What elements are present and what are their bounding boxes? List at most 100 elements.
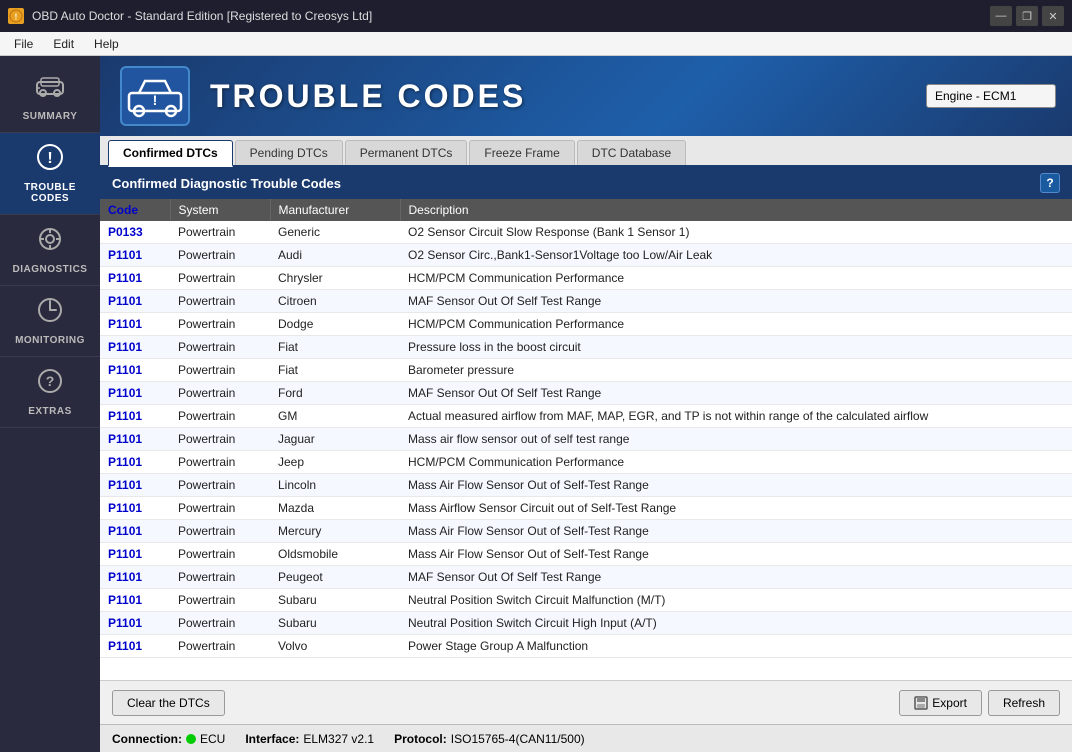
extras-icon: ? — [36, 367, 64, 402]
cell-system: Powertrain — [170, 612, 270, 635]
table-row[interactable]: P0133 Powertrain Generic O2 Sensor Circu… — [100, 221, 1072, 244]
table-row[interactable]: P1101 Powertrain Jaguar Mass air flow se… — [100, 428, 1072, 451]
cell-code: P1101 — [100, 244, 170, 267]
cell-system: Powertrain — [170, 497, 270, 520]
table-header-row: Confirmed Diagnostic Trouble Codes ? — [100, 167, 1072, 199]
table-row[interactable]: P1101 Powertrain Citroen MAF Sensor Out … — [100, 290, 1072, 313]
cell-code: P1101 — [100, 520, 170, 543]
export-button[interactable]: Export — [899, 690, 982, 716]
monitoring-label: MONITORING — [15, 335, 85, 346]
protocol-status: Protocol: ISO15765-4(CAN11/500) — [394, 732, 585, 746]
interface-status: Interface: ELM327 v2.1 — [245, 732, 374, 746]
table-row[interactable]: P1101 Powertrain Lincoln Mass Air Flow S… — [100, 474, 1072, 497]
table-section: Confirmed Diagnostic Trouble Codes ? Cod… — [100, 167, 1072, 680]
app-icon: ! — [8, 8, 24, 24]
table-row[interactable]: P1101 Powertrain Subaru Neutral Position… — [100, 612, 1072, 635]
cell-system: Powertrain — [170, 474, 270, 497]
table-row[interactable]: P1101 Powertrain Mazda Mass Airflow Sens… — [100, 497, 1072, 520]
cell-system: Powertrain — [170, 589, 270, 612]
table-row[interactable]: P1101 Powertrain Mercury Mass Air Flow S… — [100, 520, 1072, 543]
cell-system: Powertrain — [170, 290, 270, 313]
summary-label: SUMMARY — [23, 111, 78, 122]
cell-code: P1101 — [100, 566, 170, 589]
help-badge[interactable]: ? — [1040, 173, 1060, 193]
diagnostics-icon — [36, 225, 64, 260]
cell-description: Actual measured airflow from MAF, MAP, E… — [400, 405, 1072, 428]
cell-system: Powertrain — [170, 405, 270, 428]
svg-text:?: ? — [46, 373, 55, 389]
cell-manufacturer: Fiat — [270, 336, 400, 359]
cell-system: Powertrain — [170, 313, 270, 336]
sidebar-item-trouble-codes[interactable]: ! TROUBLE CODES — [0, 133, 100, 215]
table-row[interactable]: P1101 Powertrain Jeep HCM/PCM Communicat… — [100, 451, 1072, 474]
cell-manufacturer: Lincoln — [270, 474, 400, 497]
cell-system: Powertrain — [170, 336, 270, 359]
tab-permanent-dtcs[interactable]: Permanent DTCs — [345, 140, 468, 165]
table-row[interactable]: P1101 Powertrain Subaru Neutral Position… — [100, 589, 1072, 612]
menu-file[interactable]: File — [4, 35, 43, 53]
cell-description: Mass Airflow Sensor Circuit out of Self-… — [400, 497, 1072, 520]
cell-system: Powertrain — [170, 543, 270, 566]
cell-manufacturer: Jaguar — [270, 428, 400, 451]
bottom-bar: Clear the DTCs Export Refresh — [100, 680, 1072, 724]
cell-code: P1101 — [100, 451, 170, 474]
menu-edit[interactable]: Edit — [43, 35, 84, 53]
table-row[interactable]: P1101 Powertrain Audi O2 Sensor Circ.,Ba… — [100, 244, 1072, 267]
table-row[interactable]: P1101 Powertrain GM Actual measured airf… — [100, 405, 1072, 428]
action-buttons: Export Refresh — [899, 690, 1060, 716]
cell-manufacturer: Mercury — [270, 520, 400, 543]
tab-confirmed-dtcs[interactable]: Confirmed DTCs — [108, 140, 233, 167]
tab-dtc-database[interactable]: DTC Database — [577, 140, 686, 165]
sidebar-item-summary[interactable]: SUMMARY — [0, 64, 100, 133]
connection-dot — [186, 734, 196, 744]
save-icon — [914, 696, 928, 710]
cell-description: O2 Sensor Circ.,Bank1-Sensor1Voltage too… — [400, 244, 1072, 267]
cell-code: P1101 — [100, 267, 170, 290]
cell-manufacturer: Peugeot — [270, 566, 400, 589]
cell-manufacturer: Generic — [270, 221, 400, 244]
cell-description: Neutral Position Switch Circuit Malfunct… — [400, 589, 1072, 612]
cell-code: P1101 — [100, 336, 170, 359]
cell-description: Mass Air Flow Sensor Out of Self-Test Ra… — [400, 543, 1072, 566]
cell-code: P1101 — [100, 359, 170, 382]
sidebar-item-extras[interactable]: ? EXTRAS — [0, 357, 100, 428]
table-row[interactable]: P1101 Powertrain Volvo Power Stage Group… — [100, 635, 1072, 658]
clear-dtcs-button[interactable]: Clear the DTCs — [112, 690, 225, 716]
cell-description: Barometer pressure — [400, 359, 1072, 382]
table-row[interactable]: P1101 Powertrain Chrysler HCM/PCM Commun… — [100, 267, 1072, 290]
close-button[interactable]: ✕ — [1042, 6, 1064, 26]
cell-code: P1101 — [100, 290, 170, 313]
header-icon-container: ! — [120, 66, 190, 126]
sidebar-item-monitoring[interactable]: MONITORING — [0, 286, 100, 357]
col-header-manufacturer: Manufacturer — [270, 199, 400, 221]
trouble-codes-label: TROUBLE CODES — [4, 182, 96, 204]
svg-text:!: ! — [153, 92, 158, 108]
table-row[interactable]: P1101 Powertrain Dodge HCM/PCM Communica… — [100, 313, 1072, 336]
tab-freeze-frame[interactable]: Freeze Frame — [469, 140, 574, 165]
cell-system: Powertrain — [170, 451, 270, 474]
table-row[interactable]: P1101 Powertrain Oldsmobile Mass Air Flo… — [100, 543, 1072, 566]
table-row[interactable]: P1101 Powertrain Fiat Pressure loss in t… — [100, 336, 1072, 359]
cell-manufacturer: Subaru — [270, 612, 400, 635]
cell-system: Powertrain — [170, 635, 270, 658]
svg-text:!: ! — [15, 13, 18, 22]
content-area: ! TROUBLE CODES Engine - ECM1 Engine - E… — [100, 56, 1072, 752]
minimize-button[interactable]: — — [990, 6, 1012, 26]
cell-description: HCM/PCM Communication Performance — [400, 313, 1072, 336]
cell-system: Powertrain — [170, 267, 270, 290]
table-row[interactable]: P1101 Powertrain Ford MAF Sensor Out Of … — [100, 382, 1072, 405]
dtc-table[interactable]: Code System Manufacturer Description P01… — [100, 199, 1072, 680]
refresh-button[interactable]: Refresh — [988, 690, 1060, 716]
tab-pending-dtcs[interactable]: Pending DTCs — [235, 140, 343, 165]
cell-system: Powertrain — [170, 520, 270, 543]
cell-manufacturer: Jeep — [270, 451, 400, 474]
menu-help[interactable]: Help — [84, 35, 129, 53]
sidebar-item-diagnostics[interactable]: DIAGNOSTICS — [0, 215, 100, 286]
dtc-data-table: Code System Manufacturer Description P01… — [100, 199, 1072, 658]
cell-manufacturer: Dodge — [270, 313, 400, 336]
table-row[interactable]: P1101 Powertrain Fiat Barometer pressure — [100, 359, 1072, 382]
engine-select[interactable]: Engine - ECM1 Engine - ECM2 — [926, 84, 1056, 108]
maximize-button[interactable]: ❐ — [1016, 6, 1038, 26]
table-row[interactable]: P1101 Powertrain Peugeot MAF Sensor Out … — [100, 566, 1072, 589]
engine-select-container: Engine - ECM1 Engine - ECM2 — [926, 84, 1056, 108]
